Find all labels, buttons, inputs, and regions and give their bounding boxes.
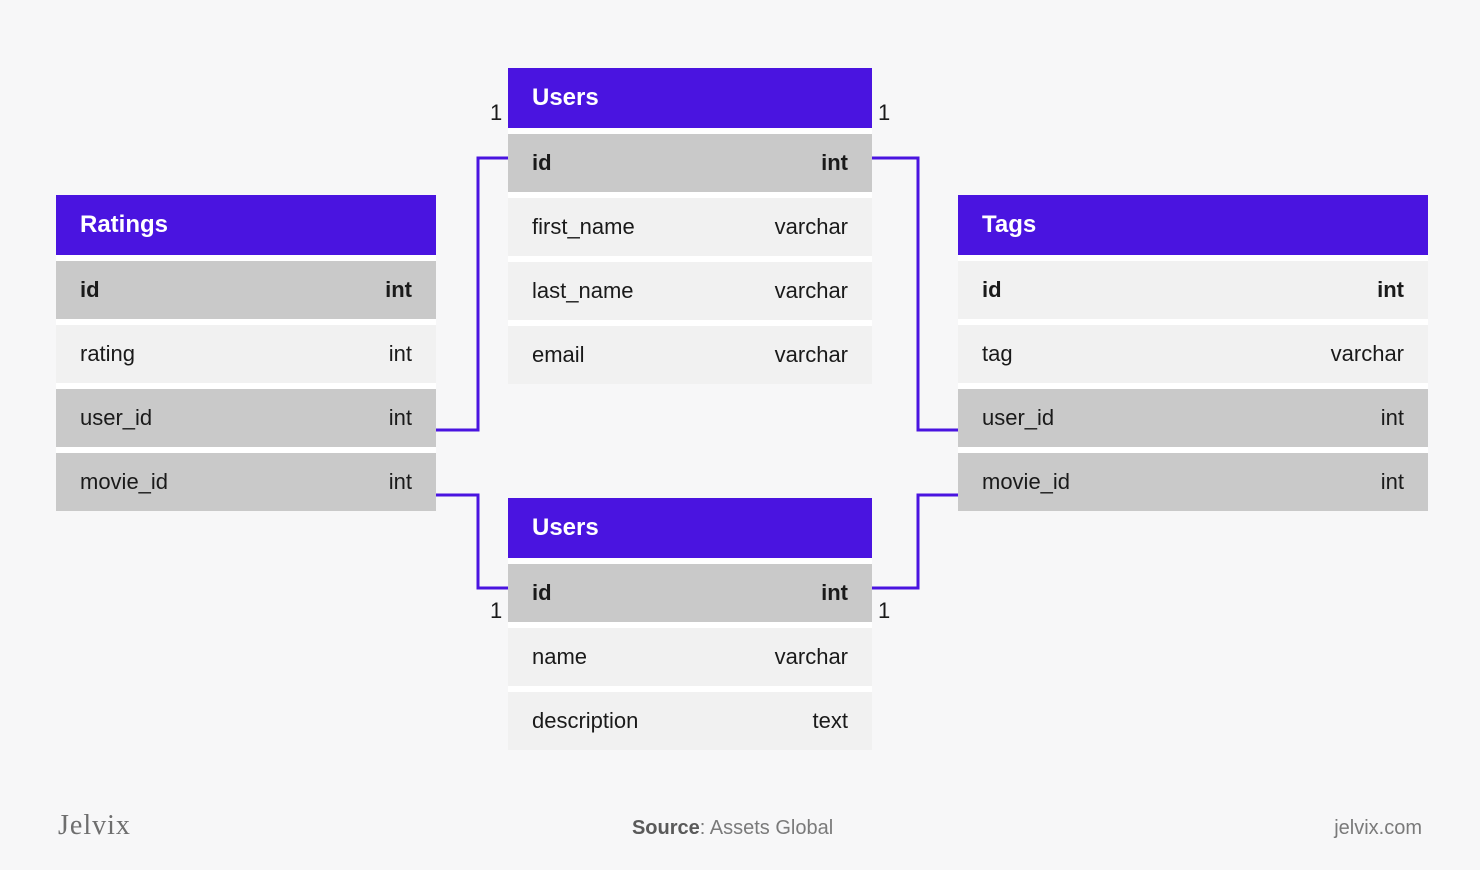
entity-table-users-top: Users id int first_name varchar last_nam… — [508, 68, 872, 384]
brand-url: jelvix.com — [1334, 817, 1422, 840]
table-row: user_id int — [56, 383, 436, 447]
column-type: varchar — [1331, 341, 1404, 367]
cardinality-label: 1 — [490, 100, 502, 126]
column-type: int — [1381, 405, 1404, 431]
table-row: id int — [508, 128, 872, 192]
column-type: int — [1377, 277, 1404, 303]
column-name: description — [532, 708, 638, 734]
column-type: int — [385, 277, 412, 303]
table-row: id int — [958, 255, 1428, 319]
brand-logo: Jelvix — [58, 810, 131, 842]
table-row: first_name varchar — [508, 192, 872, 256]
entity-table-tags: Tags id int tag varchar user_id int movi… — [958, 195, 1428, 511]
source-label: Source — [632, 817, 700, 839]
column-name: movie_id — [80, 469, 168, 495]
entity-header: Users — [508, 498, 872, 558]
table-row: movie_id int — [958, 447, 1428, 511]
column-type: varchar — [775, 214, 848, 240]
column-type: int — [389, 469, 412, 495]
column-type: varchar — [775, 644, 848, 670]
column-type: varchar — [775, 278, 848, 304]
table-row: tag varchar — [958, 319, 1428, 383]
table-row: name varchar — [508, 622, 872, 686]
table-row: user_id int — [958, 383, 1428, 447]
cardinality-label: 1 — [490, 598, 502, 624]
cardinality-label: 1 — [878, 598, 890, 624]
column-name: email — [532, 342, 585, 368]
column-name: first_name — [532, 214, 635, 240]
column-name: movie_id — [982, 469, 1070, 495]
entity-table-users-bottom: Users id int name varchar description te… — [508, 498, 872, 750]
column-type: int — [389, 341, 412, 367]
column-type: int — [1381, 469, 1404, 495]
column-type: int — [821, 150, 848, 176]
column-type: text — [813, 708, 848, 734]
cardinality-label: 1 — [878, 100, 890, 126]
entity-table-ratings: Ratings id int rating int user_id int mo… — [56, 195, 436, 511]
column-type: varchar — [775, 342, 848, 368]
source-text: Source: Assets Global — [632, 817, 833, 840]
source-value: : Assets Global — [700, 817, 833, 839]
diagram-canvas: 1 1 1 1 Ratings id int rating int user_i… — [0, 0, 1480, 870]
column-name: tag — [982, 341, 1013, 367]
column-name: user_id — [982, 405, 1054, 431]
table-row: movie_id int — [56, 447, 436, 511]
table-row: id int — [56, 255, 436, 319]
column-name: rating — [80, 341, 135, 367]
column-name: name — [532, 644, 587, 670]
column-name: id — [982, 277, 1002, 303]
table-row: description text — [508, 686, 872, 750]
column-name: id — [532, 580, 552, 606]
entity-header: Users — [508, 68, 872, 128]
column-name: last_name — [532, 278, 634, 304]
column-name: id — [532, 150, 552, 176]
column-type: int — [389, 405, 412, 431]
table-row: id int — [508, 558, 872, 622]
footer: Jelvix Source: Assets Global jelvix.com — [0, 810, 1480, 842]
table-row: last_name varchar — [508, 256, 872, 320]
column-name: user_id — [80, 405, 152, 431]
table-row: rating int — [56, 319, 436, 383]
column-type: int — [821, 580, 848, 606]
entity-header: Tags — [958, 195, 1428, 255]
entity-header: Ratings — [56, 195, 436, 255]
table-row: email varchar — [508, 320, 872, 384]
column-name: id — [80, 277, 100, 303]
